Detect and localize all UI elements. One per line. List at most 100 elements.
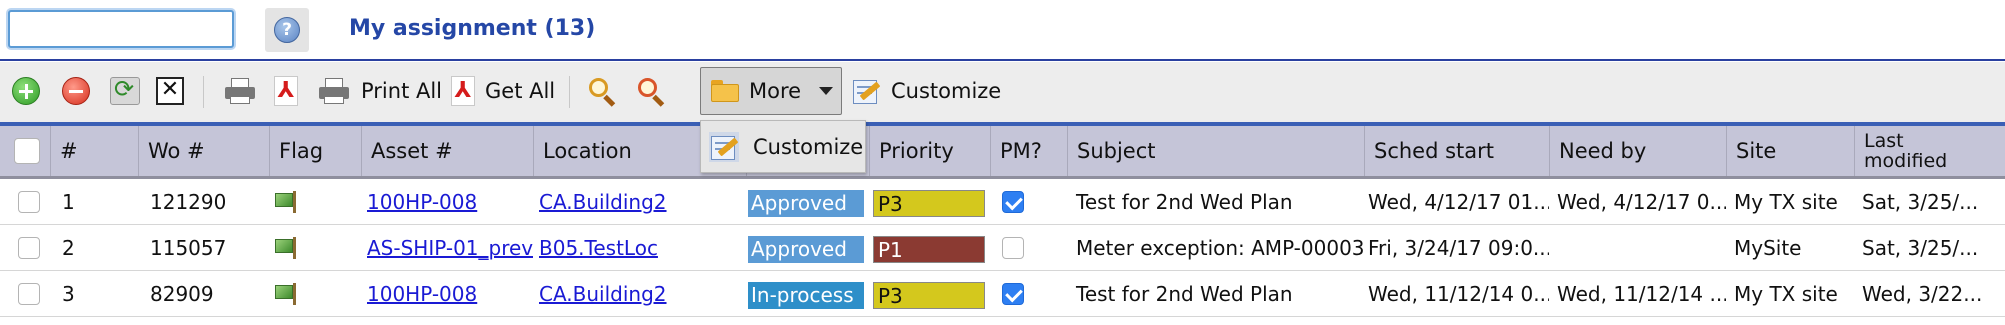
more-menu-item-customize[interactable]: Customize xyxy=(709,131,864,162)
status-badge: In-process xyxy=(748,282,864,309)
sched-start: Wed, 4/12/17 01... xyxy=(1368,190,1549,214)
row-select-checkbox[interactable] xyxy=(18,191,40,213)
close-selection-button[interactable]: ✕ xyxy=(156,69,184,113)
toolbar-separator xyxy=(203,76,204,108)
column-header-last-modified[interactable]: Last modified xyxy=(1854,126,2005,176)
location-link[interactable]: CA.Building2 xyxy=(539,282,667,306)
customize-label: Customize xyxy=(891,79,1002,103)
location-link-cell: CA.Building2 xyxy=(533,271,746,317)
remove-icon xyxy=(62,77,90,105)
wo-number: 115057 xyxy=(150,236,227,260)
asset-link[interactable]: 100HP-008 xyxy=(367,190,477,214)
subject: Test for 2nd Wed Plan xyxy=(1076,190,1293,214)
last-modified: Sat, 3/25/... xyxy=(1862,236,1979,260)
pdf-icon: ⅄ xyxy=(451,76,475,106)
printer-icon xyxy=(225,78,255,104)
row-select-cell xyxy=(0,225,50,271)
location-link-cell: CA.Building2 xyxy=(533,179,746,225)
more-label: More xyxy=(749,79,802,103)
flag-icon[interactable] xyxy=(275,283,299,305)
column-header-pm[interactable]: PM? xyxy=(990,126,1067,176)
location-link[interactable]: CA.Building2 xyxy=(539,190,667,214)
help-button[interactable]: ? xyxy=(265,8,309,52)
get-all-label: Get All xyxy=(485,79,556,103)
pm-cell xyxy=(994,271,1067,317)
pm-checkbox[interactable] xyxy=(1002,237,1024,259)
close-box-icon: ✕ xyxy=(156,77,184,105)
row-select-checkbox[interactable] xyxy=(18,237,40,259)
priority-badge: P3 xyxy=(873,282,985,309)
table-row[interactable]: 3 82909 100HP-008 CA.Building2 In-process P3 T… xyxy=(0,271,2005,317)
grid-header-row: # Wo # Flag Asset # Location Priority PM… xyxy=(0,126,2005,179)
row-number: 3 xyxy=(62,282,75,306)
add-icon xyxy=(12,77,40,105)
more-menu-item-label: Customize xyxy=(753,134,864,159)
column-header-subject[interactable]: Subject xyxy=(1067,126,1364,176)
column-header-site[interactable]: Site xyxy=(1726,126,1854,176)
column-header-asset[interactable]: Asset # xyxy=(361,126,533,176)
pdf-button[interactable]: ⅄ xyxy=(274,69,298,113)
pdf-icon: ⅄ xyxy=(274,76,298,106)
column-header-num[interactable]: # xyxy=(50,126,138,176)
need-by: Wed, 4/12/17 0... xyxy=(1557,190,1726,214)
search-clear-button[interactable] xyxy=(636,69,666,113)
search-input[interactable] xyxy=(8,10,234,48)
site: My TX site xyxy=(1734,282,1838,306)
add-button[interactable] xyxy=(12,69,40,113)
print-all-button[interactable]: Print All xyxy=(319,69,442,113)
column-header-sched-start[interactable]: Sched start xyxy=(1364,126,1549,176)
subject: Test for 2nd Wed Plan xyxy=(1076,282,1293,306)
status-badge: Approved xyxy=(748,236,864,263)
asset-link[interactable]: AS-SHIP-01_prev xyxy=(367,236,533,260)
get-all-button[interactable]: ⅄ Get All xyxy=(451,69,555,113)
row-select-cell xyxy=(0,179,50,225)
column-header-wo[interactable]: Wo # xyxy=(138,126,269,176)
row-number: 2 xyxy=(62,236,75,260)
flag-cell xyxy=(271,179,361,225)
table-row[interactable]: 1 121290 100HP-008 CA.Building2 Approved P3 Te… xyxy=(0,179,2005,225)
page-title: My assignment (13) xyxy=(349,16,596,41)
column-header-need-by[interactable]: Need by xyxy=(1549,126,1726,176)
wo-number: 121290 xyxy=(150,190,227,214)
row-select-checkbox[interactable] xyxy=(18,283,40,305)
select-all-checkbox[interactable] xyxy=(14,138,40,164)
flag-cell xyxy=(271,225,361,271)
flag-cell xyxy=(271,271,361,317)
refresh-icon xyxy=(110,75,140,105)
wo-number: 82909 xyxy=(150,282,214,306)
help-icon: ? xyxy=(274,17,300,43)
flag-icon[interactable] xyxy=(275,191,299,213)
pm-cell xyxy=(994,225,1067,271)
customize-button[interactable]: Customize xyxy=(851,69,1001,113)
priority-badge: P3 xyxy=(873,190,985,217)
search-button[interactable] xyxy=(587,69,617,113)
row-number: 1 xyxy=(62,190,75,214)
column-header-flag[interactable]: Flag xyxy=(269,126,361,176)
search-clear-icon xyxy=(636,76,666,107)
toolbar-separator xyxy=(569,76,570,108)
table-row[interactable]: 2 115057 AS-SHIP-01_prev B05.TestLoc Approve… xyxy=(0,225,2005,271)
refresh-button[interactable] xyxy=(110,69,140,113)
flag-icon[interactable] xyxy=(275,237,299,259)
print-all-label: Print All xyxy=(361,79,443,103)
sched-start: Fri, 3/24/17 09:0... xyxy=(1368,236,1549,260)
select-all-cell xyxy=(0,126,50,176)
more-button[interactable]: More xyxy=(700,67,842,115)
sched-start: Wed, 11/12/14 0... xyxy=(1368,282,1549,306)
print-button[interactable] xyxy=(225,69,255,113)
printer-icon xyxy=(319,78,349,104)
last-modified: Sat, 3/25/... xyxy=(1862,190,1979,214)
pm-cell xyxy=(994,179,1067,225)
top-bar: ? My assignment (13) xyxy=(0,0,2005,60)
row-select-cell xyxy=(0,271,50,317)
need-by xyxy=(1549,225,1726,271)
remove-button[interactable] xyxy=(62,69,90,113)
asset-link-cell: 100HP-008 xyxy=(361,179,533,225)
subject: Meter exception: AMP-00003 xyxy=(1076,236,1364,260)
asset-link[interactable]: 100HP-008 xyxy=(367,282,477,306)
location-link[interactable]: B05.TestLoc xyxy=(539,236,658,260)
pm-checkbox[interactable] xyxy=(1002,191,1024,213)
pm-checkbox[interactable] xyxy=(1002,283,1024,305)
column-header-priority[interactable]: Priority xyxy=(869,126,990,176)
asset-link-cell: AS-SHIP-01_prev xyxy=(361,225,533,271)
